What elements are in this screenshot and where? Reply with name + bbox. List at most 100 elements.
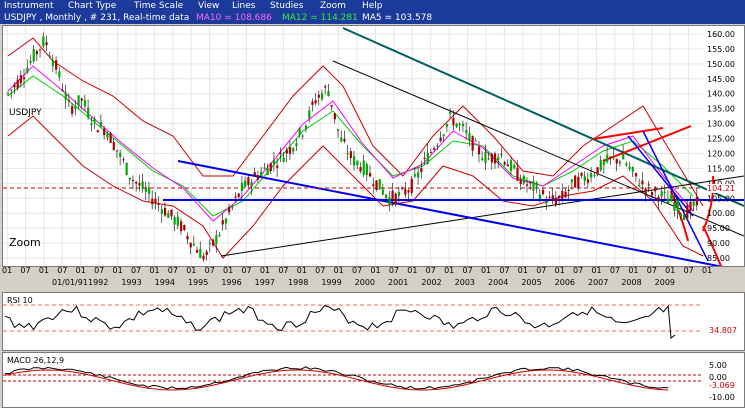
candle bbox=[58, 71, 61, 78]
candle bbox=[519, 179, 522, 185]
x-month-label: 07 bbox=[425, 266, 436, 275]
x-year-label: 01/01/91 bbox=[52, 278, 88, 287]
candle bbox=[71, 105, 74, 114]
menu-help[interactable]: Help bbox=[362, 0, 383, 12]
x-year-label: 1996 bbox=[221, 278, 242, 287]
candle bbox=[679, 213, 682, 216]
candle bbox=[445, 124, 449, 127]
price-tag: 104.21 bbox=[707, 184, 735, 193]
rsi-value-tag: 34.807 bbox=[709, 326, 737, 335]
candle bbox=[176, 216, 179, 226]
x-month-label: 01 bbox=[112, 266, 123, 275]
candle bbox=[192, 243, 196, 246]
candle bbox=[112, 141, 115, 150]
menu-lines[interactable]: Lines bbox=[232, 0, 255, 12]
candle bbox=[221, 220, 224, 225]
macd-line bbox=[4, 366, 669, 390]
rsi-chart bbox=[3, 304, 703, 339]
x-month-label: 01 bbox=[591, 266, 602, 275]
candle bbox=[423, 157, 426, 160]
x-month-label: 07 bbox=[646, 266, 657, 275]
candle bbox=[292, 148, 295, 152]
candle bbox=[269, 163, 272, 172]
candle bbox=[26, 67, 29, 73]
macd-panel[interactable]: MACD 26,12,9 5.00 0.00 -3.069 -10.00 bbox=[2, 352, 745, 408]
candle bbox=[570, 179, 574, 183]
candle bbox=[80, 98, 83, 101]
candle bbox=[324, 86, 327, 88]
candle bbox=[458, 123, 461, 125]
x-month-label: 07 bbox=[683, 266, 694, 275]
candle bbox=[442, 134, 445, 137]
y-tick-label: 140.00 bbox=[707, 90, 735, 99]
candle bbox=[455, 123, 458, 127]
candle bbox=[503, 162, 506, 165]
x-year-label: 1999 bbox=[321, 278, 342, 287]
menu-view[interactable]: View bbox=[198, 0, 219, 12]
candle bbox=[29, 60, 32, 63]
candle bbox=[23, 77, 26, 80]
candle bbox=[663, 191, 666, 193]
candle bbox=[170, 209, 173, 217]
candles bbox=[7, 32, 698, 262]
candle bbox=[96, 130, 99, 133]
x-month-label: 07 bbox=[20, 266, 31, 275]
candle bbox=[436, 145, 439, 147]
candle bbox=[558, 195, 561, 199]
candle bbox=[131, 180, 135, 182]
candle bbox=[452, 118, 455, 126]
candle bbox=[327, 90, 330, 97]
candle bbox=[301, 135, 304, 137]
x-month-label: 01 bbox=[517, 266, 528, 275]
candle bbox=[314, 100, 317, 104]
candle bbox=[340, 137, 343, 142]
x-month-label: 07 bbox=[241, 266, 252, 275]
candle bbox=[561, 191, 564, 199]
candle bbox=[497, 157, 500, 161]
candle bbox=[529, 181, 532, 184]
candle bbox=[304, 125, 308, 129]
x-month-label: 01 bbox=[444, 266, 455, 275]
candle bbox=[67, 100, 71, 102]
x-month-label: 01 bbox=[296, 266, 307, 275]
candle bbox=[378, 179, 381, 190]
x-year-label: 2002 bbox=[421, 278, 442, 287]
candle bbox=[606, 154, 609, 163]
x-month-label: 01 bbox=[407, 266, 418, 275]
candle bbox=[542, 189, 545, 195]
x-month-label: 01 bbox=[223, 266, 234, 275]
candle bbox=[369, 172, 372, 177]
candle bbox=[474, 140, 477, 142]
menu-instrument[interactable]: Instrument bbox=[4, 0, 54, 12]
menu-studies[interactable]: Studies bbox=[270, 0, 303, 12]
menu-chart-type[interactable]: Chart Type bbox=[68, 0, 116, 12]
candle bbox=[426, 152, 429, 164]
ma10-line bbox=[7, 65, 694, 222]
x-month-label: 07 bbox=[94, 266, 105, 275]
x-year-label: 2006 bbox=[554, 278, 576, 287]
x-month-label: 01 bbox=[149, 266, 160, 275]
candle bbox=[231, 206, 234, 208]
candle bbox=[260, 171, 263, 177]
candle bbox=[650, 192, 654, 196]
candle bbox=[39, 49, 42, 51]
macd-signal-line bbox=[4, 369, 669, 391]
candle bbox=[375, 180, 378, 190]
rsi-panel[interactable]: RSI 10 34.807 bbox=[2, 292, 745, 351]
candle bbox=[586, 179, 590, 183]
x-month-label: 07 bbox=[536, 266, 547, 275]
candle bbox=[93, 118, 96, 122]
candle bbox=[625, 163, 628, 166]
candle bbox=[397, 192, 401, 196]
x-year-label: 2000 bbox=[354, 278, 376, 287]
menu-zoom[interactable]: Zoom bbox=[320, 0, 346, 12]
price-chart[interactable]: 160.00 155.00 150.00 145.00 140.00 135.00 130.… bbox=[3, 26, 744, 266]
x-month-label: 07 bbox=[573, 266, 584, 275]
candle bbox=[87, 107, 90, 118]
candle bbox=[218, 234, 221, 236]
steep-line-blue bbox=[642, 130, 709, 262]
x-year-label: 2005 bbox=[521, 278, 542, 287]
menu-time-scale[interactable]: Time Scale bbox=[134, 0, 183, 12]
price-chart-panel[interactable]: 160.00 155.00 150.00 145.00 140.00 135.00 130.… bbox=[2, 25, 745, 267]
candle bbox=[461, 123, 465, 127]
